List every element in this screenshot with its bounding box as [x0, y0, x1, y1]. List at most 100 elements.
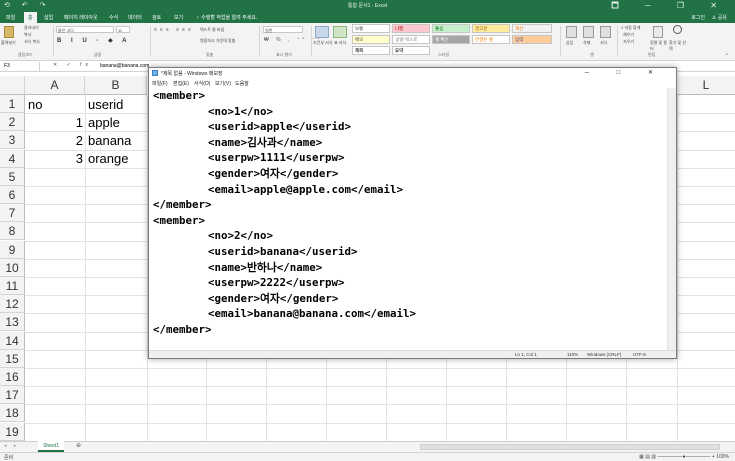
style-explanatory[interactable]: 설명 텍스트 [392, 35, 430, 44]
fill-button[interactable]: 채우기 [623, 32, 634, 38]
style-warning-text[interactable]: 경고문 [472, 24, 510, 33]
cell-a4[interactable]: 3 [25, 150, 83, 168]
row-header[interactable]: 14 [0, 331, 25, 350]
select-all-corner[interactable] [0, 76, 25, 95]
delete-cells-icon[interactable] [583, 26, 594, 38]
style-note[interactable]: 메모 [352, 35, 390, 44]
notepad-vertical-scrollbar[interactable] [667, 88, 676, 350]
row-header[interactable]: 15 [0, 349, 25, 368]
sheet-nav-arrows[interactable]: ◂ ▸ [4, 443, 19, 449]
style-total[interactable]: 요약 [392, 46, 430, 55]
tab-insert[interactable]: 삽입 [44, 14, 53, 21]
table-format-button[interactable]: 표 서식 [334, 40, 346, 46]
zoom-controls[interactable]: ▦ ▤ ▥ —————●————— + 100% [639, 454, 729, 460]
cell-a1[interactable]: no [28, 96, 42, 114]
row-header[interactable]: 11 [0, 277, 25, 295]
horizontal-scrollbar[interactable] [420, 444, 720, 450]
search-icon[interactable] [673, 25, 682, 34]
row-header[interactable]: 19 [0, 422, 25, 441]
paste-button[interactable]: 붙여넣기 [1, 40, 16, 46]
notepad-window-controls[interactable]: ─ □ ✕ [585, 69, 666, 76]
notepad-text-area[interactable]: <member> <no>1</no> <userid>apple</useri… [153, 88, 663, 350]
row-header[interactable]: 5 [0, 167, 25, 186]
tab-page-layout[interactable]: 페이지 레이아웃 [64, 14, 98, 21]
delete-cells-button[interactable]: 삭제 [583, 40, 590, 46]
cell-b2[interactable]: apple [88, 114, 120, 132]
style-input[interactable]: 입력 [512, 35, 552, 44]
cell-a2[interactable]: 1 [25, 114, 83, 132]
tab-file[interactable]: 파일 [6, 14, 15, 21]
menu-edit[interactable]: 편집(E) [173, 80, 189, 87]
row-header[interactable]: 7 [0, 204, 25, 223]
row-header[interactable]: 17 [0, 386, 25, 405]
row-header[interactable]: 16 [0, 368, 25, 386]
row-header[interactable]: 3 [0, 131, 25, 150]
merge-center-button[interactable]: 병합하고 가운데 맞춤 [200, 38, 235, 44]
clear-button[interactable]: 지우기 [623, 39, 634, 45]
style-title[interactable]: 제목 [352, 46, 390, 55]
column-header-a[interactable]: A [25, 76, 85, 95]
login-link[interactable]: 로그인 [691, 14, 705, 21]
cell-b1[interactable]: userid [88, 96, 123, 114]
menu-help[interactable]: 도움말 [235, 80, 249, 87]
insert-cells-button[interactable]: 삽입 [566, 40, 573, 46]
tab-view[interactable]: 보기 [174, 14, 183, 21]
paste-icon[interactable] [4, 26, 14, 38]
menu-file[interactable]: 파일(F) [152, 80, 168, 87]
autosum-button[interactable]: Σ 자동 합계 [621, 25, 640, 31]
font-style-buttons[interactable]: B I U ▫ ◆ A [57, 37, 147, 45]
row-header[interactable]: 12 [0, 295, 25, 314]
cell-b4[interactable]: orange [88, 150, 128, 168]
add-sheet-icon[interactable]: ⊕ [76, 442, 81, 449]
find-select-button[interactable]: 찾기 및 선택 [669, 40, 689, 52]
font-name-select[interactable]: 맑은 고딕 [56, 26, 114, 33]
row-header[interactable]: 1 [0, 95, 25, 113]
cell-b3[interactable]: banana [88, 132, 131, 150]
wrap-text-button[interactable]: 텍스트 줄 바꿈 [200, 27, 224, 33]
row-header[interactable]: 13 [0, 313, 25, 332]
tab-data[interactable]: 데이터 [128, 14, 142, 21]
tab-review[interactable]: 검토 [152, 14, 161, 21]
tell-me-search[interactable]: ♀ 수행할 작업을 알려 주세요. [196, 14, 257, 21]
collapse-ribbon-icon[interactable]: ⌃ [725, 53, 729, 59]
style-bad[interactable]: 나쁨 [392, 24, 430, 33]
row-header[interactable]: 2 [0, 113, 25, 132]
menu-view[interactable]: 보기(V) [215, 80, 231, 87]
insert-cells-icon[interactable] [566, 26, 577, 38]
sheet-tab-sheet1[interactable]: Sheet1 [38, 441, 64, 452]
row-header[interactable]: 9 [0, 240, 25, 259]
style-check-cell[interactable]: 셀 확인 [432, 35, 470, 44]
alignment-buttons[interactable]: ≡≡≡ ≡≡≡ [154, 27, 194, 43]
style-linked-cell[interactable]: 연결된 셀 [472, 35, 510, 44]
table-format-icon[interactable] [333, 26, 347, 38]
name-box[interactable]: F3 [2, 62, 40, 71]
style-good[interactable]: 좋음 [432, 24, 470, 33]
format-painter-button[interactable]: 서식 복사 [24, 39, 40, 45]
row-header[interactable]: 8 [0, 222, 25, 241]
menu-format[interactable]: 서식(O) [194, 80, 210, 87]
row-header[interactable]: 18 [0, 404, 25, 423]
tab-home[interactable]: 홈 [24, 12, 37, 23]
number-format-select[interactable]: 일반 [263, 26, 303, 33]
formula-input[interactable]: banana@banana.com [100, 63, 149, 69]
font-size-select[interactable]: 11 [116, 26, 130, 33]
conditional-format-button[interactable]: 조건부 서식 [313, 40, 333, 46]
row-header[interactable]: 10 [0, 258, 25, 277]
style-calculation[interactable]: 계산 [512, 24, 552, 33]
row-header[interactable]: 4 [0, 149, 25, 168]
row-header[interactable]: 6 [0, 186, 25, 204]
column-header-b[interactable]: B [85, 76, 147, 95]
format-cells-icon[interactable] [600, 26, 611, 38]
style-normal[interactable]: 보통 [352, 24, 390, 33]
column-header-l[interactable]: L [677, 76, 735, 95]
conditional-format-icon[interactable] [315, 26, 329, 38]
sort-filter-button[interactable]: 정렬 및 필터 [650, 40, 668, 52]
cut-button[interactable]: 잘라내기 [24, 25, 39, 31]
share-button[interactable]: ♙ 공유 [712, 14, 727, 21]
format-cells-button[interactable]: 서식 [600, 40, 607, 46]
cell-a3[interactable]: 2 [25, 132, 83, 150]
tab-formulas[interactable]: 수식 [109, 14, 118, 21]
formula-bar-icons[interactable]: ✕ ✓ fx [53, 62, 92, 68]
copy-button[interactable]: 복사 [24, 32, 31, 38]
sort-filter-icon[interactable] [653, 26, 663, 38]
